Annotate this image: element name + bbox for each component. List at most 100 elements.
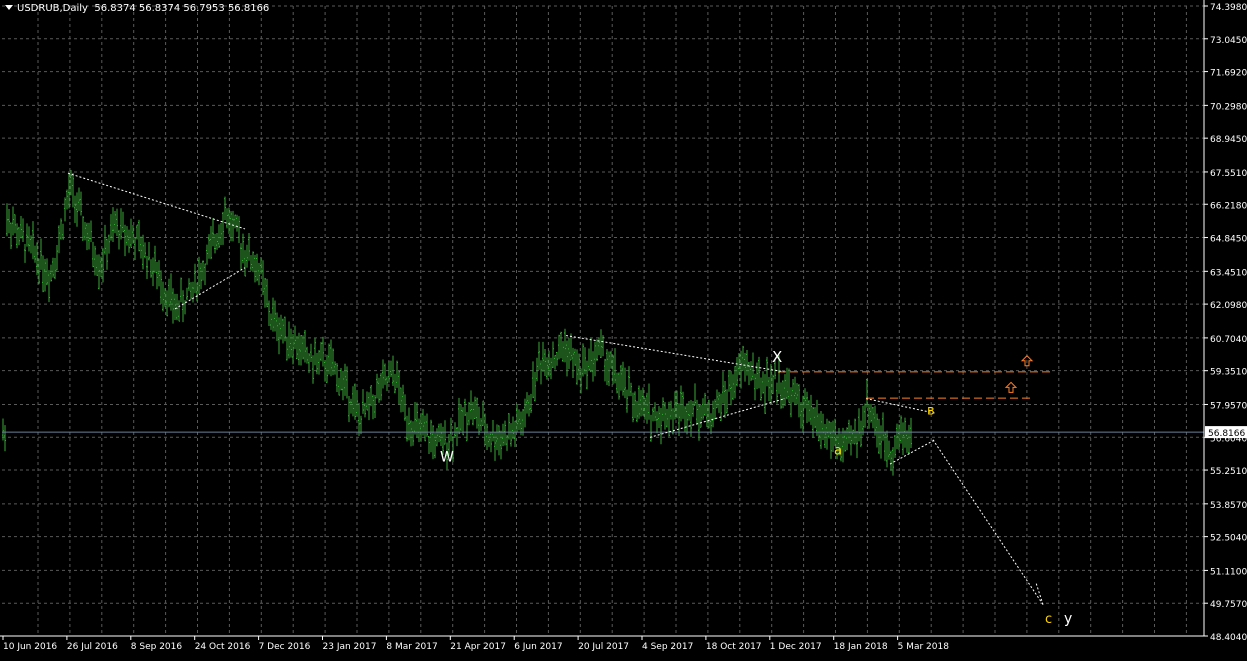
price-bar xyxy=(170,273,172,311)
price-bar xyxy=(382,359,384,389)
ohlc-values: 56.8374 56.8374 56.7953 56.8166 xyxy=(94,3,270,14)
price-bar xyxy=(410,420,412,447)
price-bar xyxy=(456,427,458,447)
price-bar xyxy=(384,363,386,385)
price-bar xyxy=(388,361,390,383)
price-bar xyxy=(648,383,650,420)
price-bar xyxy=(730,370,732,406)
time-label: 1 Dec 2017 xyxy=(770,642,822,652)
price-bar xyxy=(108,234,110,254)
price-bar xyxy=(600,329,602,358)
price-bar xyxy=(532,361,534,399)
price-bar xyxy=(534,371,536,402)
price-bar xyxy=(426,413,428,437)
price-bar xyxy=(894,434,896,458)
price-bar xyxy=(626,389,628,413)
price-label: 60.7040 xyxy=(1210,335,1247,345)
price-bar xyxy=(494,431,496,461)
price-bar xyxy=(216,232,218,250)
price-bar xyxy=(106,238,108,270)
price-bar xyxy=(542,341,544,372)
price-label: 62.0980 xyxy=(1210,301,1247,311)
wave-label-w: W xyxy=(440,450,454,466)
price-bar xyxy=(68,173,70,209)
price-chart[interactable]: W Xa в c y 74.3980 73.0450 71.6920 70.2980 68.94… xyxy=(0,0,1247,657)
chart-header: USDRUB,Daily 56.8374 56.8374 56.7953 56.… xyxy=(5,3,269,14)
price-bar xyxy=(418,418,420,443)
price-bar xyxy=(210,226,212,260)
price-bar xyxy=(50,264,52,282)
price-label: 49.7570 xyxy=(1210,600,1247,610)
price-bar xyxy=(900,415,902,444)
price-bar xyxy=(758,356,760,389)
price-bar xyxy=(590,337,592,373)
price-label: 48.4040 xyxy=(1210,633,1247,643)
price-bar xyxy=(808,400,810,422)
price-bar xyxy=(432,425,434,460)
price-bar xyxy=(180,277,182,303)
price-label: 51.1100 xyxy=(1210,567,1247,577)
wave-label-c: c xyxy=(1045,612,1052,627)
price-bar xyxy=(800,402,802,429)
price-bar xyxy=(908,424,910,455)
price-bar xyxy=(514,420,516,448)
price-bar xyxy=(544,348,546,376)
price-bar xyxy=(362,389,364,414)
price-bar xyxy=(630,382,632,397)
price-bar xyxy=(254,254,256,283)
price-label: 68.9450 xyxy=(1210,135,1247,145)
price-bar xyxy=(654,402,656,421)
price-bar xyxy=(422,408,424,436)
price-bar xyxy=(662,397,664,422)
price-bar xyxy=(698,404,700,441)
price-bar xyxy=(828,420,830,439)
chart-window[interactable]: USDRUB,Daily 56.8374 56.8374 56.7953 56.… xyxy=(0,0,1247,657)
price-bar xyxy=(896,423,898,450)
price-bar xyxy=(282,318,284,344)
price-bar xyxy=(48,270,50,303)
price-bar xyxy=(32,221,34,260)
price-bar xyxy=(304,330,306,363)
price-bar xyxy=(408,407,410,441)
price-bar xyxy=(142,234,144,270)
price-bar xyxy=(862,405,864,436)
price-bar xyxy=(604,358,606,382)
price-bar xyxy=(52,257,54,278)
price-bar xyxy=(276,312,278,342)
price-bar xyxy=(830,422,832,459)
symbol-period: USDRUB,Daily xyxy=(17,3,88,14)
price-bar xyxy=(160,270,162,304)
price-bar xyxy=(86,222,88,251)
price-bar xyxy=(34,245,36,263)
price-bar xyxy=(130,218,132,249)
time-label: 5 Mar 2018 xyxy=(898,642,950,652)
price-bar xyxy=(462,407,464,436)
price-bar xyxy=(786,367,788,400)
price-bar xyxy=(538,341,540,370)
dropdown-triangle-icon[interactable] xyxy=(5,5,13,10)
price-bar xyxy=(562,341,564,362)
price-bar xyxy=(252,251,254,273)
price-bar xyxy=(466,412,468,442)
trendline-lower-left xyxy=(174,267,246,310)
price-bar xyxy=(354,383,356,420)
price-bar xyxy=(128,229,130,253)
price-bar xyxy=(638,385,640,419)
price-bar xyxy=(360,415,362,435)
price-bar xyxy=(266,278,268,308)
price-bar xyxy=(40,238,42,270)
price-bar xyxy=(558,334,560,360)
price-bar xyxy=(552,341,554,369)
price-bar xyxy=(616,372,618,394)
price-label: 55.2510 xyxy=(1210,467,1247,477)
price-bar xyxy=(92,241,94,268)
price-bar xyxy=(146,255,148,280)
price-bar xyxy=(380,372,382,401)
price-bar xyxy=(450,417,452,442)
price-bar xyxy=(710,413,712,435)
price-bar xyxy=(772,374,774,395)
price-bar xyxy=(798,384,800,418)
price-bar xyxy=(588,348,590,372)
price-bar xyxy=(812,406,814,438)
price-bar xyxy=(346,366,348,399)
